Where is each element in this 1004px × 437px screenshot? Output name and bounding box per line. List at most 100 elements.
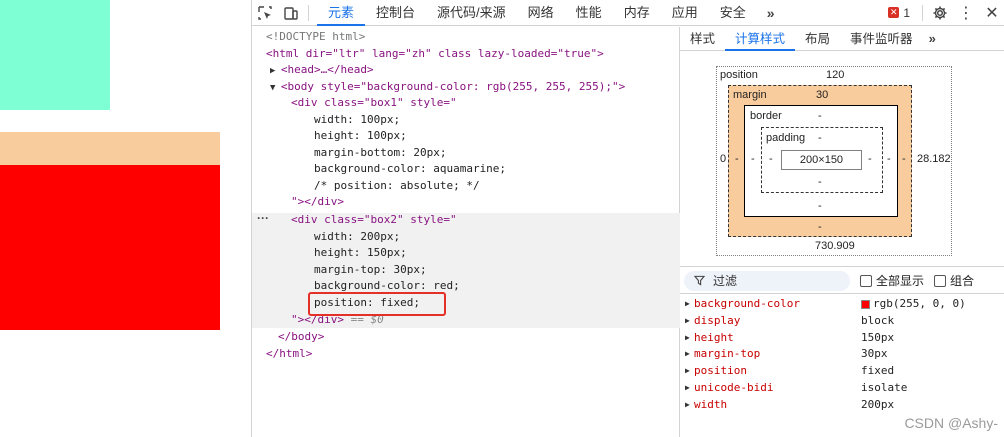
filter-box[interactable] bbox=[684, 270, 850, 291]
expand-triangle-icon[interactable]: ▶ bbox=[685, 313, 690, 330]
padding-right-value[interactable]: - bbox=[868, 153, 872, 165]
tree-line[interactable]: margin-bottom: 20px; bbox=[314, 145, 446, 162]
expand-triangle-icon[interactable]: ▶ bbox=[685, 380, 690, 397]
padding-top-value[interactable]: - bbox=[818, 132, 822, 144]
filter-row: 全部显示 组合 bbox=[680, 268, 1004, 294]
sidebar-more-tabs[interactable]: » bbox=[923, 31, 942, 46]
expand-triangle-icon[interactable]: ▶ bbox=[685, 346, 690, 363]
padding-label: padding bbox=[766, 132, 806, 144]
tree-line[interactable]: "></div> bbox=[291, 194, 344, 211]
watermark: CSDN @Ashy- bbox=[904, 415, 998, 431]
margin-bottom-value[interactable]: - bbox=[818, 221, 822, 233]
tree-line-head[interactable]: ▶ <head>…</head> bbox=[270, 62, 374, 79]
box2-margin-highlight bbox=[0, 132, 220, 165]
node-actions-ellipsis[interactable]: ··· bbox=[257, 212, 269, 224]
computed-property-row[interactable]: ▶ width 200px bbox=[680, 397, 1004, 414]
tree-line[interactable]: margin-top: 30px; bbox=[314, 262, 427, 279]
border-bottom-value[interactable]: - bbox=[818, 200, 822, 212]
devtools-panel: 元素 控制台 源代码/来源 网络 性能 内存 应用 安全 » ✕ 1 ⋮ ✕ ·… bbox=[251, 0, 1004, 437]
more-tabs-button[interactable]: » bbox=[757, 0, 785, 26]
expand-triangle-icon[interactable]: ▶ bbox=[270, 66, 281, 76]
tree-line[interactable]: height: 150px; bbox=[314, 245, 407, 262]
tab-sources[interactable]: 源代码/来源 bbox=[426, 0, 517, 26]
tree-line[interactable]: /* position: absolute; */ bbox=[314, 178, 480, 195]
show-all-checkbox[interactable]: 全部显示 bbox=[860, 272, 924, 289]
margin-top-value[interactable]: 30 bbox=[816, 89, 828, 101]
padding-left-value[interactable]: - bbox=[769, 153, 773, 165]
filter-input[interactable] bbox=[713, 273, 833, 288]
settings-gear-icon[interactable] bbox=[927, 0, 953, 26]
sidebar-tabbar: 样式 计算样式 布局 事件监听器 » bbox=[680, 27, 1004, 51]
tab-performance[interactable]: 性能 bbox=[565, 0, 613, 26]
collapse-triangle-icon[interactable]: ▼ bbox=[270, 83, 281, 93]
error-count-badge[interactable]: ✕ 1 bbox=[880, 6, 918, 20]
box1-aquamarine bbox=[0, 0, 110, 110]
tab-layout[interactable]: 布局 bbox=[795, 27, 840, 51]
expand-triangle-icon[interactable]: ▶ bbox=[685, 330, 690, 347]
page-preview bbox=[0, 0, 251, 437]
position-top-value[interactable]: 120 bbox=[826, 69, 844, 81]
tab-separator-right bbox=[922, 4, 923, 21]
tab-application[interactable]: 应用 bbox=[661, 0, 709, 26]
error-count: 1 bbox=[903, 5, 910, 20]
group-checkbox[interactable]: 组合 bbox=[934, 272, 974, 289]
position-bottom-value[interactable]: 730.909 bbox=[815, 240, 855, 252]
filter-funnel-icon bbox=[694, 275, 705, 286]
show-all-checkbox-box[interactable] bbox=[860, 274, 872, 287]
tab-console[interactable]: 控制台 bbox=[365, 0, 426, 26]
tab-styles[interactable]: 样式 bbox=[680, 27, 725, 51]
tree-line[interactable]: <div class="box1" style=" bbox=[291, 95, 457, 112]
computed-property-row[interactable]: ▶ background-color rgb(255, 0, 0) bbox=[680, 296, 1004, 313]
computed-property-row[interactable]: ▶ position fixed bbox=[680, 363, 1004, 380]
more-options-icon[interactable]: ⋮ bbox=[953, 0, 979, 26]
margin-label: margin bbox=[733, 89, 767, 101]
margin-right-value[interactable]: - bbox=[902, 153, 906, 165]
tab-event-listeners[interactable]: 事件监听器 bbox=[840, 27, 923, 51]
elements-tree: ··· <!DOCTYPE html> <html dir="ltr" lang… bbox=[252, 27, 680, 437]
computed-sidebar: 样式 计算样式 布局 事件监听器 » 200×150 position 120 … bbox=[680, 27, 1004, 437]
close-devtools-icon[interactable]: ✕ bbox=[979, 0, 1004, 26]
computed-properties-list: ▶ background-color rgb(255, 0, 0) ▶ disp… bbox=[680, 296, 1004, 414]
position-left-value[interactable]: 0 bbox=[720, 153, 726, 165]
tab-network[interactable]: 网络 bbox=[517, 0, 565, 26]
color-swatch-icon[interactable] bbox=[861, 299, 870, 309]
expand-triangle-icon[interactable]: ▶ bbox=[685, 363, 690, 380]
tree-line-body[interactable]: ▼ <body style="background-color: rgb(255… bbox=[270, 79, 625, 96]
tree-line-selected[interactable]: <div class="box2" style=" bbox=[291, 212, 457, 229]
tab-elements[interactable]: 元素 bbox=[317, 0, 366, 26]
box-model-diagram: 200×150 position 120 0 28.182 730.909 ma… bbox=[680, 52, 1004, 267]
tree-line[interactable]: <!DOCTYPE html> bbox=[266, 29, 365, 46]
border-label: border bbox=[750, 110, 782, 122]
computed-property-row[interactable]: ▶ unicode-bidi isolate bbox=[680, 380, 1004, 397]
computed-property-row[interactable]: ▶ margin-top 30px bbox=[680, 346, 1004, 363]
tree-line[interactable]: </html> bbox=[266, 346, 312, 363]
show-all-label: 全部显示 bbox=[876, 274, 925, 288]
group-label: 组合 bbox=[950, 274, 975, 288]
tree-line[interactable]: background-color: aquamarine; bbox=[314, 161, 506, 178]
border-top-value[interactable]: - bbox=[818, 110, 822, 122]
expand-triangle-icon[interactable]: ▶ bbox=[685, 296, 690, 313]
devtools-tabbar: 元素 控制台 源代码/来源 网络 性能 内存 应用 安全 » ✕ 1 ⋮ ✕ bbox=[252, 0, 1004, 26]
inspect-element-icon[interactable] bbox=[252, 0, 278, 26]
tree-line[interactable]: height: 100px; bbox=[314, 128, 407, 145]
expand-triangle-icon[interactable]: ▶ bbox=[685, 397, 690, 414]
annotation-highlight-box bbox=[308, 292, 446, 316]
group-checkbox-box[interactable] bbox=[934, 274, 947, 287]
tree-line[interactable]: </body> bbox=[278, 329, 324, 346]
tree-line[interactable]: width: 200px; bbox=[314, 229, 400, 246]
device-toolbar-icon[interactable] bbox=[278, 0, 304, 26]
border-left-value[interactable]: - bbox=[751, 153, 755, 165]
computed-property-row[interactable]: ▶ display block bbox=[680, 313, 1004, 330]
border-right-value[interactable]: - bbox=[887, 153, 891, 165]
computed-property-row[interactable]: ▶ height 150px bbox=[680, 330, 1004, 347]
padding-bottom-value[interactable]: - bbox=[818, 176, 822, 188]
tab-computed[interactable]: 计算样式 bbox=[725, 27, 796, 51]
tab-security[interactable]: 安全 bbox=[709, 0, 757, 26]
error-icon: ✕ bbox=[888, 7, 900, 18]
margin-left-value[interactable]: - bbox=[735, 153, 739, 165]
tab-memory[interactable]: 内存 bbox=[613, 0, 661, 26]
box-model-content[interactable]: 200×150 bbox=[781, 150, 862, 170]
tree-line[interactable]: width: 100px; bbox=[314, 112, 400, 129]
position-right-value[interactable]: 28.182 bbox=[917, 153, 951, 165]
tree-line[interactable]: <html dir="ltr" lang="zh" class lazy-loa… bbox=[266, 46, 604, 63]
